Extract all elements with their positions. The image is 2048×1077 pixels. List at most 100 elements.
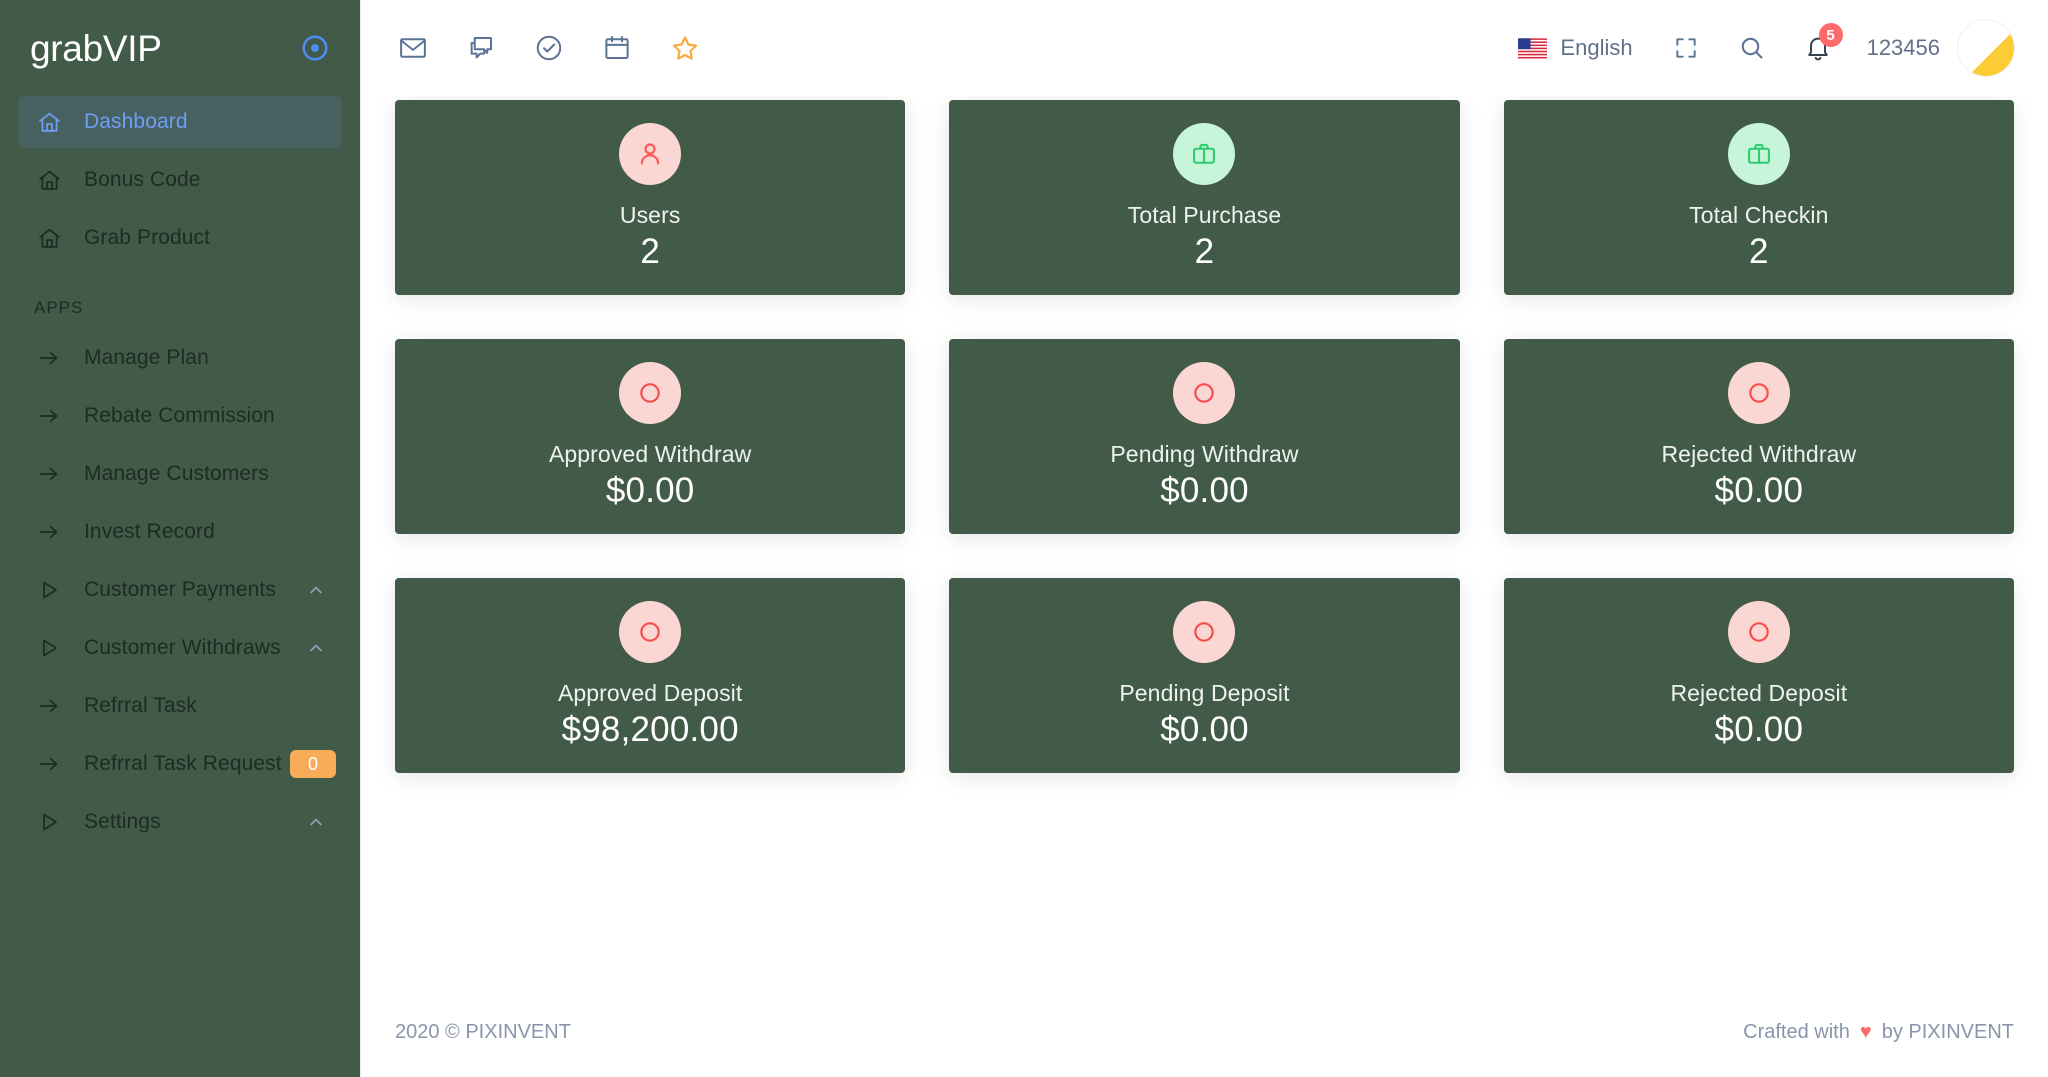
footer-credit-prefix: Crafted with xyxy=(1743,1020,1850,1043)
sidebar-item-label: Customer Withdraws xyxy=(84,636,281,659)
stat-icon-circle xyxy=(1173,362,1236,424)
stat-icon-circle xyxy=(1727,601,1790,663)
user-icon xyxy=(640,143,660,165)
home-icon xyxy=(34,223,64,253)
stat-card-pending-deposit[interactable]: Pending Deposit $0.00 xyxy=(949,578,1460,773)
sidebar-item-invest-record[interactable]: Invest Record xyxy=(18,506,342,558)
stat-card-rejected-deposit[interactable]: Rejected Deposit $0.00 xyxy=(1503,578,2014,773)
sidebar-apps-nav: Manage Plan Rebate Commission Manage Cus… xyxy=(0,332,360,848)
sidebar-main-nav: Dashboard Bonus Code Grab Product xyxy=(0,96,360,264)
sidebar-item-settings[interactable]: Settings xyxy=(18,796,342,848)
stat-card-grid: Users 2 Total Purchase 2 Total Checkin 2… xyxy=(395,100,2014,773)
arrow-right-icon xyxy=(34,401,64,431)
check-circle-icon[interactable] xyxy=(527,26,571,70)
topbar-left-icons xyxy=(391,26,707,70)
sidebar-brand[interactable]: grabVIP xyxy=(0,0,360,96)
arrow-right-icon xyxy=(34,459,64,489)
avatar[interactable] xyxy=(1958,20,2014,76)
footer-copyright: 2020 © PIXINVENT xyxy=(395,1020,571,1043)
stat-card-approved-deposit[interactable]: Approved Deposit $98,200.00 xyxy=(395,578,906,773)
stat-value: 2 xyxy=(1194,232,1215,271)
stat-card-rejected-withdraw[interactable]: Rejected Withdraw $0.00 xyxy=(1503,339,2014,534)
app-root: grabVIP Dashboard Bonus Code Grab Produc… xyxy=(0,0,2048,1077)
play-triangle-icon xyxy=(34,575,64,605)
play-triangle-icon xyxy=(34,633,64,663)
stat-card-users[interactable]: Users 2 xyxy=(395,100,906,295)
circle-outline-icon xyxy=(1194,383,1215,403)
stat-icon-circle xyxy=(619,362,682,424)
stat-card-total-checkin[interactable]: Total Checkin 2 xyxy=(1503,100,2014,295)
sidebar-item-label: Rebate Commission xyxy=(84,404,275,427)
status-badge: 0 xyxy=(289,750,336,778)
star-icon[interactable] xyxy=(663,26,707,70)
sidebar-item-label: Customer Payments xyxy=(84,578,276,601)
fullscreen-icon[interactable] xyxy=(1661,23,1711,73)
stat-value: $98,200.00 xyxy=(561,710,739,749)
heart-icon: ♥ xyxy=(1859,1020,1872,1043)
username-label: 123456 xyxy=(1866,35,1940,60)
sidebar-item-label: Grab Product xyxy=(84,226,211,249)
search-icon[interactable] xyxy=(1727,23,1777,73)
stat-title: Rejected Withdraw xyxy=(1661,441,1857,467)
sidebar: grabVIP Dashboard Bonus Code Grab Produc… xyxy=(0,0,360,1077)
footer-credit: Crafted with ♥ by PIXINVENT xyxy=(1743,1021,2014,1044)
stat-value: 2 xyxy=(640,232,660,271)
stat-icon-circle xyxy=(1727,123,1790,185)
chevron-up-icon[interactable] xyxy=(306,638,326,658)
stat-icon-circle xyxy=(619,123,682,185)
sidebar-item-customer-payments[interactable]: Customer Payments xyxy=(18,564,342,616)
target-circle-icon[interactable] xyxy=(300,33,330,63)
sidebar-item-label: Invest Record xyxy=(84,520,215,543)
sidebar-item-label: Settings xyxy=(84,810,161,833)
stat-value: $0.00 xyxy=(1160,471,1249,510)
arrow-right-icon xyxy=(34,343,64,373)
home-icon xyxy=(34,165,64,195)
main-area: English 5 123456 Users 2 Total Purchase … xyxy=(360,0,2048,1077)
circle-outline-icon xyxy=(640,622,660,642)
sidebar-item-label: Dashboard xyxy=(84,110,188,133)
stat-value: $0.00 xyxy=(1714,710,1804,749)
stat-card-total-purchase[interactable]: Total Purchase 2 xyxy=(949,100,1460,295)
dashboard-content: Users 2 Total Purchase 2 Total Checkin 2… xyxy=(361,96,2048,987)
bell-icon[interactable]: 5 xyxy=(1793,23,1843,73)
mail-icon[interactable] xyxy=(391,26,435,70)
topbar-right: English 5 123456 xyxy=(1518,20,2014,76)
sidebar-item-label: Manage Plan xyxy=(84,346,209,369)
circle-outline-icon xyxy=(1194,622,1215,642)
chevron-up-icon[interactable] xyxy=(306,580,326,600)
sidebar-item-customer-withdraws[interactable]: Customer Withdraws xyxy=(18,622,342,674)
footer-credit-suffix: by PIXINVENT xyxy=(1881,1020,2014,1043)
us-flag-icon xyxy=(1518,37,1548,59)
briefcase-icon xyxy=(1193,143,1216,164)
stat-icon-circle xyxy=(1173,601,1236,663)
sidebar-item-refrral-task[interactable]: Refrral Task xyxy=(18,680,342,732)
sidebar-item-refrral-task-request[interactable]: Refrral Task Request 0 xyxy=(18,738,342,790)
sidebar-item-bonus-code[interactable]: Bonus Code xyxy=(18,154,342,206)
stat-card-approved-withdraw[interactable]: Approved Withdraw $0.00 xyxy=(395,339,906,534)
stat-value: $0.00 xyxy=(1160,710,1249,749)
sidebar-item-label: Refrral Task xyxy=(84,694,197,717)
stat-title: Approved Withdraw xyxy=(548,441,752,467)
sidebar-item-label: Manage Customers xyxy=(84,462,269,485)
stat-title: Users xyxy=(619,202,681,228)
sidebar-item-grab-product[interactable]: Grab Product xyxy=(18,212,342,264)
circle-outline-icon xyxy=(640,383,660,403)
arrow-right-icon xyxy=(34,749,64,779)
arrow-right-icon xyxy=(34,691,64,721)
home-icon xyxy=(34,107,64,137)
sidebar-item-rebate-commission[interactable]: Rebate Commission xyxy=(18,390,342,442)
sidebar-item-dashboard[interactable]: Dashboard xyxy=(18,96,342,148)
calendar-icon[interactable] xyxy=(595,26,639,70)
chevron-up-icon[interactable] xyxy=(306,812,326,832)
chat-icon[interactable] xyxy=(459,26,503,70)
stat-card-pending-withdraw[interactable]: Pending Withdraw $0.00 xyxy=(949,339,1460,534)
sidebar-section-title: APPS xyxy=(34,298,84,317)
sidebar-item-label: Bonus Code xyxy=(84,168,201,191)
stat-title: Total Purchase xyxy=(1127,202,1282,228)
language-selector[interactable]: English xyxy=(1518,35,1633,61)
stat-title: Pending Deposit xyxy=(1119,680,1290,706)
sidebar-item-manage-plan[interactable]: Manage Plan xyxy=(18,332,342,384)
language-label: English xyxy=(1560,35,1633,60)
sidebar-item-manage-customers[interactable]: Manage Customers xyxy=(18,448,342,500)
circle-outline-icon xyxy=(1749,622,1769,642)
